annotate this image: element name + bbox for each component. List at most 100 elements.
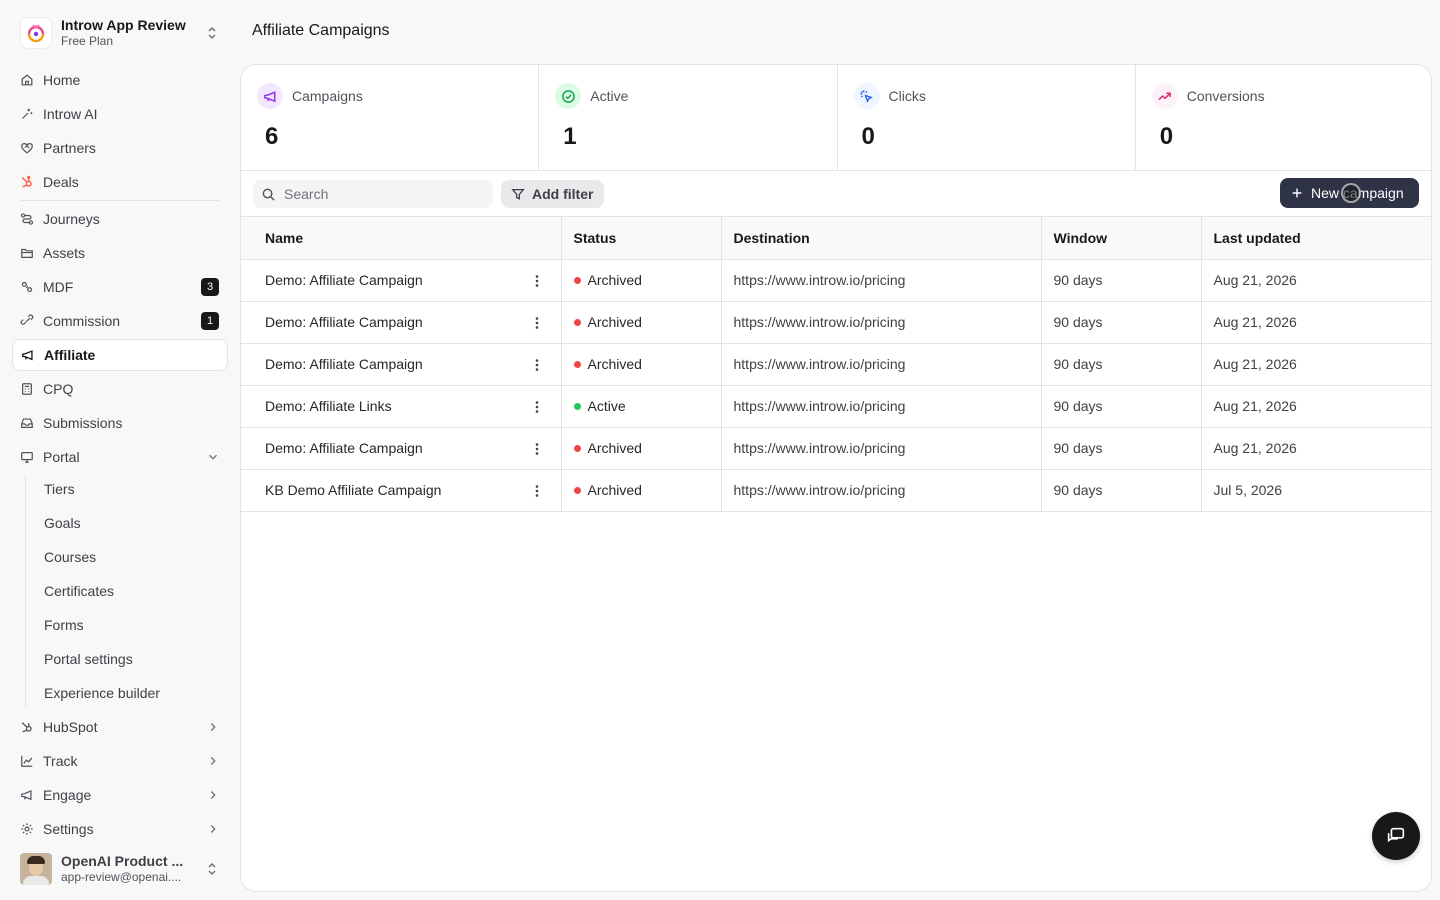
folder-icon — [21, 248, 33, 258]
link-icon — [20, 314, 34, 325]
sidebar-subitem-goals[interactable]: Goals — [44, 508, 81, 538]
chat-icon — [1387, 827, 1405, 843]
table-row[interactable]: Demo: Affiliate Links Active https://www… — [241, 385, 1431, 428]
sidebar-subitem-courses[interactable]: Courses — [44, 542, 96, 572]
calculator-icon — [22, 383, 32, 395]
sidebar-item-label: CPQ — [43, 381, 74, 397]
window-cell: 90 days — [1041, 343, 1202, 386]
stats-row: Campaigns 6 Active 1 Clicks 0 Conversion… — [241, 65, 1431, 171]
chevron-right-icon — [210, 757, 216, 765]
campaigns-table: Name Status Destination Window Last upda… — [241, 217, 1431, 512]
journey-icon — [20, 213, 34, 225]
sidebar-subitem-experience-builder[interactable]: Experience builder — [44, 678, 160, 708]
sidebar-subitem-tiers[interactable]: Tiers — [44, 474, 75, 504]
add-filter-button[interactable]: Add filter — [501, 180, 604, 208]
chevron-down-icon[interactable] — [206, 450, 220, 464]
sidebar-group-engage[interactable]: Engage — [12, 779, 228, 811]
table-row[interactable]: Demo: Affiliate Campaign Archived https:… — [241, 301, 1431, 344]
handshake-icon — [21, 143, 33, 154]
sidebar-item-submissions[interactable]: Submissions — [12, 407, 228, 439]
destination-cell: https://www.introw.io/pricing — [721, 301, 1042, 344]
hubspot-icon — [21, 175, 32, 188]
search-input[interactable] — [284, 186, 474, 202]
chevrons-up-down-icon — [208, 862, 216, 876]
table-row[interactable]: Demo: Affiliate Campaign Archived https:… — [241, 259, 1431, 302]
introw-logo-icon — [20, 17, 52, 49]
sidebar-divider — [20, 200, 220, 201]
status-dot — [573, 319, 581, 326]
status-dot — [573, 277, 581, 284]
commission-count-badge: 1 — [201, 312, 219, 330]
campaign-name-cell: Demo: Affiliate Links — [241, 385, 562, 428]
sidebar-group-settings[interactable]: Settings — [12, 813, 228, 845]
sidebar-item-affiliate[interactable]: Affiliate — [12, 339, 228, 371]
more-vertical-icon[interactable] — [529, 483, 545, 499]
sidebar-item-assets[interactable]: Assets — [12, 237, 228, 269]
percent-icon — [21, 281, 33, 293]
status-cell: Active — [561, 385, 722, 428]
column-header-last-updated[interactable]: Last updated — [1201, 217, 1431, 260]
sidebar-item-partners[interactable]: Partners — [12, 132, 228, 164]
sidebar-group-hubspot[interactable]: HubSpot — [12, 711, 228, 743]
status-text: Active — [587, 398, 626, 414]
megaphone-icon — [22, 350, 33, 361]
campaign-name: Demo: Affiliate Campaign — [265, 272, 423, 288]
chevron-right-icon — [210, 791, 216, 799]
megaphone-icon — [257, 83, 283, 109]
user-name: OpenAI Product ... — [61, 852, 184, 869]
campaign-name: Demo: Affiliate Links — [265, 398, 392, 414]
campaign-name: Demo: Affiliate Campaign — [265, 356, 423, 372]
gear-icon — [21, 823, 33, 835]
status-cell: Archived — [561, 469, 722, 512]
status-cell: Archived — [561, 343, 722, 386]
status-text: Archived — [587, 314, 642, 330]
column-header-name[interactable]: Name — [241, 217, 562, 260]
sidebar-subitem-forms[interactable]: Forms — [44, 610, 84, 640]
table-row[interactable]: KB Demo Affiliate Campaign Archived http… — [241, 469, 1431, 512]
more-vertical-icon[interactable] — [529, 441, 545, 457]
column-header-status[interactable]: Status — [561, 217, 722, 260]
sidebar: Introw App Review Free Plan Home Introw … — [0, 0, 240, 900]
stat-label: Conversions — [1186, 88, 1265, 104]
stat-value: 1 — [563, 123, 577, 150]
window-cell: 90 days — [1041, 469, 1202, 512]
chat-button[interactable] — [1372, 812, 1420, 860]
stat-conversions: Conversions 0 — [1136, 65, 1431, 170]
user-menu[interactable]: OpenAI Product ... app-review@openai.... — [12, 848, 228, 890]
home-icon — [21, 74, 33, 86]
sidebar-item-label: Track — [43, 753, 78, 769]
monitor-icon — [21, 452, 33, 463]
sidebar-group-track[interactable]: Track — [12, 745, 228, 777]
workspace-switcher[interactable]: Introw App Review Free Plan — [12, 10, 228, 56]
window-cell: 90 days — [1041, 259, 1202, 302]
sidebar-item-journeys[interactable]: Journeys — [12, 203, 228, 235]
portal-subnav-line — [25, 475, 26, 707]
sidebar-item-label: Affiliate — [44, 347, 96, 363]
table-header-row: Name Status Destination Window Last upda… — [241, 217, 1431, 260]
mdf-count-badge: 3 — [201, 278, 219, 296]
more-vertical-icon[interactable] — [529, 273, 545, 289]
more-vertical-icon[interactable] — [529, 315, 545, 331]
table-row[interactable]: Demo: Affiliate Campaign Archived https:… — [241, 343, 1431, 386]
sidebar-item-deals[interactable]: Deals — [12, 166, 228, 198]
sidebar-item-introw-ai[interactable]: Introw AI — [12, 98, 228, 130]
sidebar-item-mdf[interactable]: MDF 3 — [12, 271, 228, 303]
sidebar-item-portal[interactable]: Portal — [12, 441, 228, 473]
column-header-window[interactable]: Window — [1041, 217, 1202, 260]
status-dot — [573, 445, 581, 452]
sidebar-item-commission[interactable]: Commission 1 — [12, 305, 228, 337]
table-row[interactable]: Demo: Affiliate Campaign Archived https:… — [241, 427, 1431, 470]
sidebar-subitem-portal-settings[interactable]: Portal settings — [44, 644, 133, 674]
page-title: Affiliate Campaigns — [252, 22, 390, 39]
more-vertical-icon[interactable] — [529, 399, 545, 415]
sidebar-subitem-certificates[interactable]: Certificates — [44, 576, 114, 606]
stat-active: Active 1 — [539, 65, 838, 170]
more-vertical-icon[interactable] — [529, 357, 545, 373]
column-header-destination[interactable]: Destination — [721, 217, 1042, 260]
sidebar-item-label: HubSpot — [43, 719, 98, 735]
sidebar-item-home[interactable]: Home — [12, 64, 228, 96]
sidebar-item-label: Engage — [43, 787, 92, 803]
sidebar-item-cpq[interactable]: CPQ — [12, 373, 228, 405]
search-icon — [262, 188, 275, 201]
stat-clicks: Clicks 0 — [838, 65, 1136, 170]
